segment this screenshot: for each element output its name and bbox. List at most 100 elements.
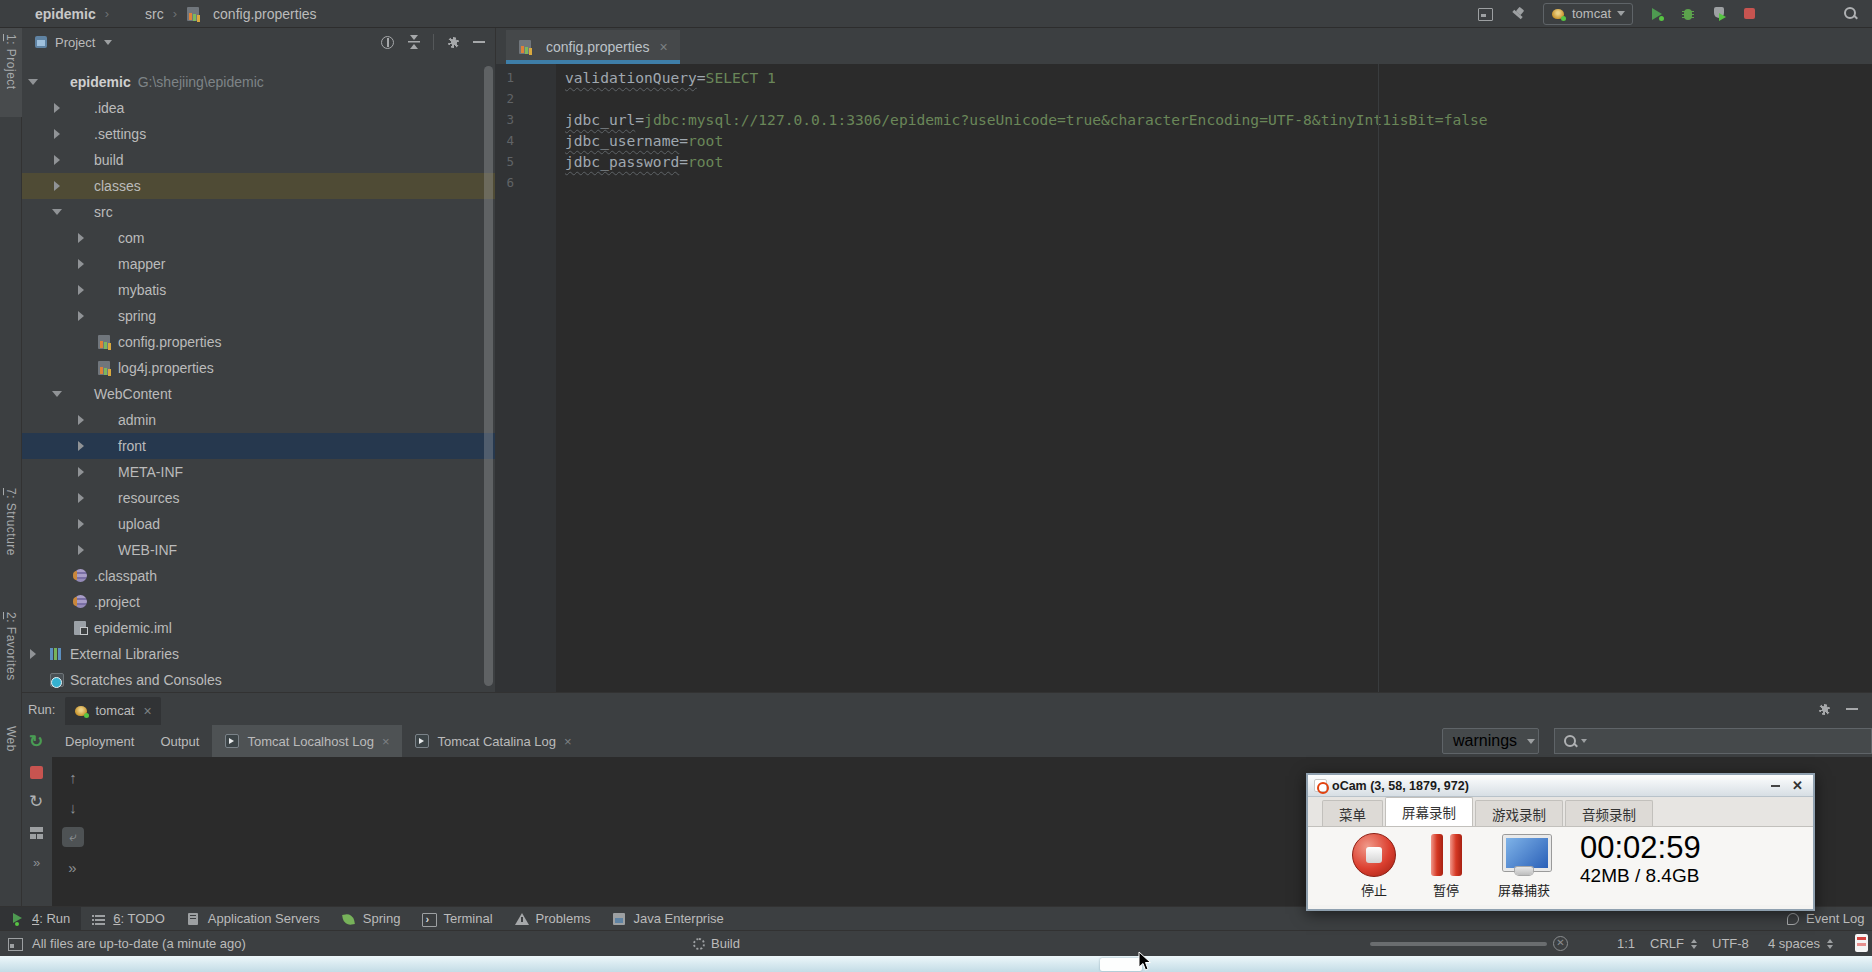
stripe-tab-web[interactable]: Web — [0, 720, 22, 779]
console-search-field[interactable] — [1554, 728, 1872, 754]
cancel-icon[interactable]: ✕ — [1553, 936, 1568, 951]
tree-expand-arrow[interactable] — [76, 467, 86, 477]
console-tab-deployment[interactable]: Deployment — [52, 725, 147, 757]
editor[interactable]: 123456 validationQuery=SELECT 1jdbc_url=… — [495, 64, 1872, 692]
bottombar-item-spring[interactable]: Spring — [331, 907, 412, 930]
close-icon[interactable]: × — [382, 734, 390, 749]
bottombar-item-4-run[interactable]: 4: Run — [0, 907, 81, 930]
stripe-tab-7-structure[interactable]: 7: Structure — [0, 482, 22, 583]
tree-item-external-libraries[interactable]: External Libraries — [22, 641, 495, 667]
ocam-stop-button[interactable]: 停止 — [1338, 833, 1410, 899]
tree-expand-arrow[interactable] — [76, 493, 86, 503]
tree-expand-arrow[interactable] — [52, 207, 62, 217]
run-config-tab[interactable]: tomcat × — [65, 697, 160, 725]
tree-item-epidemic-iml[interactable]: epidemic.iml — [22, 615, 495, 641]
caret-position[interactable]: 1:1 — [1617, 936, 1635, 951]
tree-item-com[interactable]: com — [22, 225, 495, 251]
tree-item-epidemic[interactable]: epidemicG:\shejiing\epidemic — [22, 69, 495, 95]
indent-style[interactable]: 4 spaces — [1768, 936, 1833, 951]
tree-item-idea[interactable]: .idea — [22, 95, 495, 121]
up-stack-trace-icon[interactable]: ↑ — [62, 767, 84, 787]
ocam-capture-button[interactable]: 屏幕捕获 — [1482, 833, 1566, 899]
tree-item-mybatis[interactable]: mybatis — [22, 277, 495, 303]
gear-icon[interactable] — [446, 35, 461, 50]
tree-expand-arrow[interactable] — [52, 103, 62, 113]
tree-item-meta-inf[interactable]: META-INF — [22, 459, 495, 485]
bottombar-item-java-enterprise[interactable]: Java Enterprise — [601, 907, 734, 930]
file-encoding[interactable]: UTF-8 — [1712, 936, 1749, 951]
tree-item-config-properties[interactable]: config.properties — [22, 329, 495, 355]
tree-item-resources[interactable]: resources — [22, 485, 495, 511]
layout-icon[interactable] — [29, 825, 45, 841]
more-icon[interactable]: » — [33, 855, 41, 870]
tree-item-scratches-and-consoles[interactable]: Scratches and Consoles — [22, 667, 495, 692]
editor-tab-config-properties[interactable]: config.properties × — [506, 30, 680, 64]
minimize-icon[interactable] — [1771, 785, 1780, 787]
stripe-tab-2-favorites[interactable]: 2: Favorites — [0, 606, 22, 708]
bottombar-item-problems[interactable]: Problems — [504, 907, 602, 930]
tree-item-build[interactable]: build — [22, 147, 495, 173]
tree-expand-arrow[interactable] — [76, 233, 86, 243]
close-icon[interactable]: ✕ — [1792, 779, 1803, 792]
breadcrumb-item-epidemic[interactable]: epidemic — [8, 6, 96, 22]
breadcrumb-item-config-properties[interactable]: config.properties — [186, 6, 317, 22]
down-stack-trace-icon[interactable]: ↓ — [62, 797, 84, 817]
search-everywhere-icon[interactable] — [1843, 6, 1858, 21]
tree-item-classpath[interactable]: .classpath — [22, 563, 495, 589]
collapse-all-icon[interactable] — [407, 35, 421, 50]
breadcrumb-item-src[interactable]: src — [118, 6, 164, 22]
soft-wrap-icon[interactable]: ⤶ — [62, 827, 84, 847]
restart-icon[interactable]: ↻ — [29, 795, 45, 811]
ocam-tab-[interactable]: 屏幕录制 — [1385, 797, 1473, 826]
tree-item-project[interactable]: .project — [22, 589, 495, 615]
console-tab-output[interactable]: Output — [147, 725, 212, 757]
toolwindow-icon[interactable] — [1477, 6, 1493, 22]
bottombar-item-6-todo[interactable]: 6: TODO — [81, 907, 176, 930]
toolwindow-toggle-icon[interactable] — [8, 938, 22, 950]
tree-expand-arrow[interactable] — [52, 389, 62, 399]
stop-button[interactable] — [1743, 7, 1756, 20]
close-icon[interactable]: × — [143, 704, 151, 718]
tree-expand-arrow[interactable] — [52, 129, 62, 139]
line-separator[interactable]: CRLF — [1650, 936, 1697, 951]
build-hammer-icon[interactable] — [1510, 6, 1526, 22]
hide-panel-icon[interactable] — [473, 35, 485, 49]
run-config-combo[interactable]: tomcat — [1543, 3, 1633, 25]
tree-expand-arrow[interactable] — [28, 77, 38, 87]
tree-expand-arrow[interactable] — [76, 311, 86, 321]
tree-item-spring[interactable]: spring — [22, 303, 495, 329]
bottombar-item-terminal[interactable]: Terminal — [411, 907, 503, 930]
tree-item-src[interactable]: src — [22, 199, 495, 225]
gear-icon[interactable] — [1817, 702, 1832, 717]
log-level-combo[interactable]: warnings — [1442, 728, 1539, 754]
notification-icon[interactable] — [1855, 934, 1868, 952]
tree-item-log4j-properties[interactable]: log4j.properties — [22, 355, 495, 381]
console-tab-tomcat-catalina-log[interactable]: Tomcat Catalina Log× — [402, 725, 584, 757]
hide-panel-icon[interactable] — [1846, 702, 1858, 716]
tree-item-front[interactable]: front — [22, 433, 495, 459]
tree-item-web-inf[interactable]: WEB-INF — [22, 537, 495, 563]
ocam-tab-[interactable]: 菜单 — [1322, 800, 1383, 826]
stripe-tab-1-project[interactable]: 1: Project — [0, 28, 22, 117]
tree-item-upload[interactable]: upload — [22, 511, 495, 537]
tree-item-mapper[interactable]: mapper — [22, 251, 495, 277]
debug-button[interactable] — [1681, 7, 1695, 21]
tree-expand-arrow[interactable] — [76, 441, 86, 451]
ocam-pause-button[interactable]: 暂停 — [1410, 833, 1482, 899]
editor-code[interactable]: validationQuery=SELECT 1jdbc_url=jdbc:my… — [565, 64, 1872, 692]
bottombar-item-application-servers[interactable]: Application Servers — [176, 907, 331, 930]
tree-expand-arrow[interactable] — [76, 259, 86, 269]
tree-item-classes[interactable]: classes — [22, 173, 495, 199]
close-icon[interactable]: × — [564, 734, 572, 749]
taskbar-button[interactable] — [1100, 958, 1142, 971]
tree-expand-arrow[interactable] — [76, 519, 86, 529]
tree-item-webcontent[interactable]: WebContent — [22, 381, 495, 407]
ocam-titlebar[interactable]: oCam (3, 58, 1879, 972) ✕ — [1308, 775, 1813, 797]
tree-expand-arrow[interactable] — [76, 285, 86, 295]
console-tab-tomcat-localhost-log[interactable]: Tomcat Localhost Log× — [212, 725, 402, 757]
tree-expand-arrow[interactable] — [76, 545, 86, 555]
locate-icon[interactable] — [380, 35, 395, 50]
ocam-tab-[interactable]: 音频录制 — [1565, 800, 1653, 826]
chevron-down-icon[interactable] — [104, 40, 112, 45]
more-icon[interactable]: » — [62, 857, 84, 877]
